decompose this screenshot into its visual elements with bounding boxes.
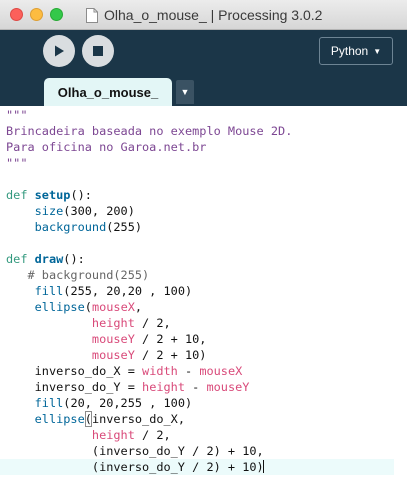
code-token: fill: [34, 284, 64, 298]
code-line[interactable]: def draw():: [6, 251, 398, 267]
code-token: height: [91, 316, 135, 330]
code-token: / 2,: [134, 316, 171, 330]
chevron-down-icon: ▼: [180, 87, 190, 97]
code-line[interactable]: """: [6, 107, 398, 123]
code-token: ,: [134, 300, 143, 314]
code-token: inverso_do_Y =: [6, 380, 143, 394]
code-token: draw: [34, 252, 64, 266]
code-line[interactable]: background(255): [6, 219, 398, 235]
code-token: setup: [34, 188, 71, 202]
code-line[interactable]: [6, 235, 398, 251]
code-token: mouseY: [206, 380, 250, 394]
code-line[interactable]: ellipse(inverso_do_X,: [6, 411, 398, 427]
code-token: def: [6, 252, 35, 266]
mode-label: Python: [330, 44, 369, 58]
code-line[interactable]: size(300, 200): [6, 203, 398, 219]
chevron-down-icon: ▼: [373, 46, 382, 56]
document-icon: [86, 7, 98, 23]
code-token: height: [91, 428, 135, 442]
code-line[interactable]: height / 2,: [6, 315, 398, 331]
stop-button[interactable]: [82, 35, 114, 67]
code-token: ellipse: [34, 300, 85, 314]
code-token: fill: [34, 396, 64, 410]
code-line[interactable]: fill(255, 20,20 , 100): [6, 283, 398, 299]
window-title-group: Olha_o_mouse_ | Processing 3.0.2: [86, 6, 322, 24]
text-cursor: [262, 460, 264, 473]
code-token: """: [6, 108, 28, 122]
code-token: # background(255): [6, 268, 150, 282]
code-token: (20, 20,255 , 100): [63, 396, 193, 410]
code-line[interactable]: ellipse(mouseX,: [6, 299, 398, 315]
code-token: mouseY: [91, 348, 135, 362]
code-line[interactable]: (inverso_do_Y / 2) + 10,: [6, 443, 398, 459]
run-button[interactable]: [43, 35, 75, 67]
code-token: -: [184, 380, 207, 394]
code-line[interactable]: Para oficina no Garoa.net.br: [6, 139, 398, 155]
code-line[interactable]: # background(255): [6, 267, 398, 283]
code-token: (255): [106, 220, 143, 234]
code-token: inverso_do_X =: [6, 364, 143, 378]
code-token: (: [84, 300, 92, 314]
code-token: width: [142, 364, 178, 378]
code-line[interactable]: (inverso_do_Y / 2) + 10): [0, 459, 394, 475]
code-line[interactable]: mouseY / 2 + 10,: [6, 331, 398, 347]
code-line[interactable]: """: [6, 155, 398, 171]
code-token: (300, 200): [63, 204, 135, 218]
code-token: / 2,: [134, 428, 171, 442]
code-line[interactable]: inverso_do_X = width - mouseX: [6, 363, 398, 379]
play-icon: [55, 45, 64, 57]
code-token: (: [84, 411, 92, 427]
code-token: mouseY: [91, 332, 135, 346]
code-token: Brincadeira baseada no exemplo Mouse 2D.: [6, 124, 293, 138]
code-line[interactable]: def setup():: [6, 187, 398, 203]
zoom-window-button[interactable]: [50, 8, 63, 21]
code-token: background: [34, 220, 107, 234]
close-window-button[interactable]: [10, 8, 23, 21]
code-line[interactable]: Brincadeira baseada no exemplo Mouse 2D.: [6, 123, 398, 139]
code-token: ():: [63, 252, 85, 266]
code-token: size: [34, 204, 64, 218]
tab-olha-o-mouse[interactable]: Olha_o_mouse_: [44, 78, 172, 106]
code-token: (inverso_do_Y / 2) + 10): [6, 460, 264, 474]
window-title: Olha_o_mouse_ | Processing 3.0.2: [104, 7, 323, 23]
code-token: -: [177, 364, 200, 378]
processing-toolbar: Python ▼ Olha_o_mouse_ ▼: [0, 30, 407, 106]
code-token: inverso_do_X,: [91, 412, 186, 426]
code-token: (inverso_do_Y / 2) + 10,: [6, 444, 264, 458]
code-token: Para oficina no Garoa.net.br: [6, 140, 207, 154]
mode-selector[interactable]: Python ▼: [319, 37, 393, 65]
code-token: / 2 + 10,: [134, 332, 207, 346]
code-line[interactable]: height / 2,: [6, 427, 398, 443]
code-line[interactable]: [6, 171, 398, 187]
code-token: mouseX: [91, 300, 135, 314]
title-bar: Olha_o_mouse_ | Processing 3.0.2: [0, 0, 407, 30]
code-token: (255, 20,20 , 100): [63, 284, 193, 298]
code-line[interactable]: fill(20, 20,255 , 100): [6, 395, 398, 411]
code-token: ellipse: [34, 412, 85, 426]
code-token: ():: [70, 188, 92, 202]
code-token: def: [6, 188, 35, 202]
code-token: """: [6, 156, 28, 170]
code-editor[interactable]: """ Brincadeira baseada no exemplo Mouse …: [0, 106, 407, 501]
tab-menu-button[interactable]: ▼: [176, 80, 194, 104]
code-token: / 2 + 10): [134, 348, 207, 362]
minimize-window-button[interactable]: [30, 8, 43, 21]
code-token: mouseX: [199, 364, 243, 378]
code-token: height: [142, 380, 185, 394]
code-line[interactable]: mouseY / 2 + 10): [6, 347, 398, 363]
stop-icon: [93, 46, 103, 56]
tab-label: Olha_o_mouse_: [57, 84, 159, 100]
code-line[interactable]: inverso_do_Y = height - mouseY: [6, 379, 398, 395]
